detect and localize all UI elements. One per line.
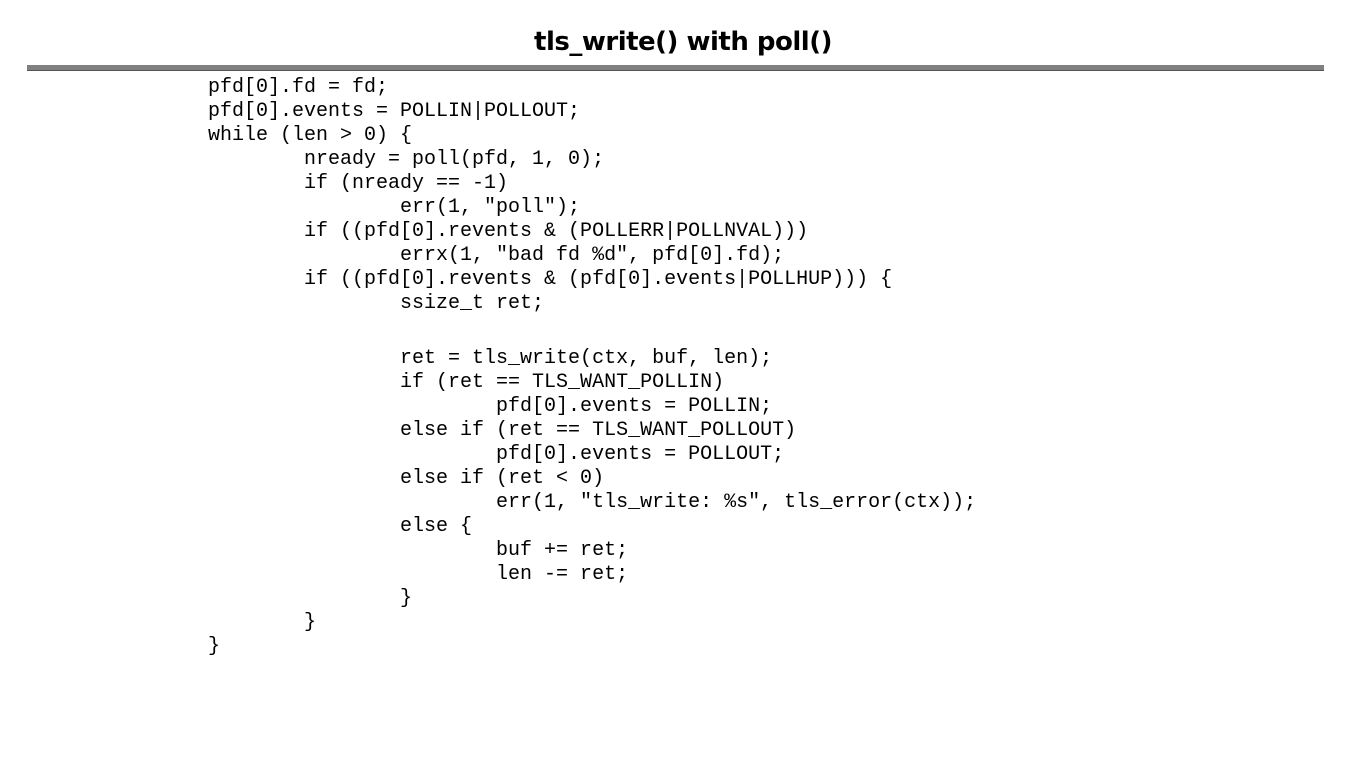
code-line: ret = tls_write(ctx, buf, len); [208,347,773,370]
code-line: if ((pfd[0].revents & (pfd[0].events|POL… [208,268,893,291]
code-line: while (len > 0) { [208,124,413,147]
code-line: pfd[0].events = POLLOUT; [208,443,785,466]
slide-title: tls_write() with poll() [534,27,832,57]
code-line: else if (ret < 0) [208,467,605,490]
title-divider [27,65,1324,71]
code-line: errx(1, "bad fd %d", pfd[0].fd); [208,244,785,267]
code-line: pfd[0].events = POLLIN; [208,395,773,418]
code-line: buf += ret; [208,539,629,562]
code-line: pfd[0].events = POLLIN|POLLOUT; [208,100,581,123]
code-line: err(1, "tls_write: %s", tls_error(ctx)); [208,491,977,514]
code-line: pfd[0].fd = fd; [208,76,389,99]
code-line: if ((pfd[0].revents & (POLLERR|POLLNVAL)… [208,220,809,243]
code-line: else if (ret == TLS_WANT_POLLOUT) [208,419,797,442]
code-line: if (nready == -1) [208,172,509,195]
code-line: len -= ret; [208,563,629,586]
code-line: } [208,611,317,634]
code-line: ssize_t ret; [208,292,545,315]
code-line: else { [208,515,473,538]
code-line: } [208,635,221,658]
code-line: if (ret == TLS_WANT_POLLIN) [208,371,725,394]
code-line: nready = poll(pfd, 1, 0); [208,148,605,171]
code-line: err(1, "poll"); [208,196,581,219]
code-line: } [208,587,413,610]
code-block: pfd[0].fd = fd; pfd[0].events = POLLIN|PO… [208,76,976,659]
